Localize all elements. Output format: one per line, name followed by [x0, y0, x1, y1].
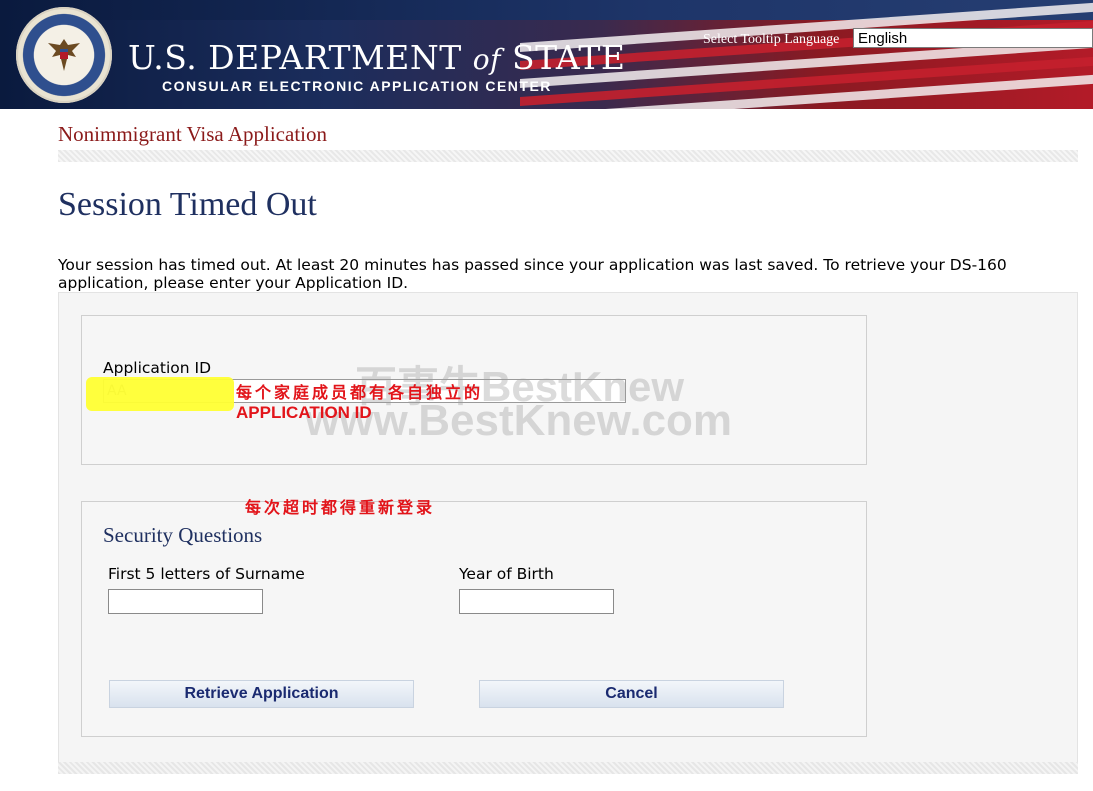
tooltip-language-label: Select Tooltip Language [703, 32, 840, 47]
yellow-highlight-mark [86, 377, 234, 411]
department-seal-logo [16, 7, 112, 103]
divider [58, 762, 1078, 774]
annotation-note: 每次超时都得重新登录 [245, 498, 436, 517]
application-type-title: Nonimmigrant Visa Application [58, 122, 327, 146]
application-id-label: Application ID [103, 359, 212, 377]
surname-input[interactable] [108, 589, 263, 614]
year-of-birth-input[interactable] [459, 589, 614, 614]
page-title: Session Timed Out [58, 186, 317, 223]
annotation-note: 每个家庭成员都有各自独立的 [236, 383, 484, 402]
session-timeout-message: Your session has timed out. At least 20 … [58, 256, 1007, 292]
security-questions-heading: Security Questions [103, 523, 263, 547]
retrieve-application-button[interactable]: Retrieve Application [109, 680, 414, 708]
surname-label: First 5 letters of Surname [108, 565, 305, 583]
cancel-button[interactable]: Cancel [479, 680, 784, 708]
header-banner: U.S. DEPARTMENT of STATE CONSULAR ELECTR… [0, 0, 1093, 109]
department-title: U.S. DEPARTMENT of STATE [128, 38, 626, 77]
year-of-birth-label: Year of Birth [459, 565, 554, 583]
annotation-note: APPLICATION ID [236, 403, 372, 422]
divider [58, 150, 1078, 162]
ceac-subtitle: CONSULAR ELECTRONIC APPLICATION CENTER [162, 78, 552, 94]
tooltip-language-select[interactable]: English [853, 28, 1093, 48]
eagle-icon [48, 39, 80, 71]
